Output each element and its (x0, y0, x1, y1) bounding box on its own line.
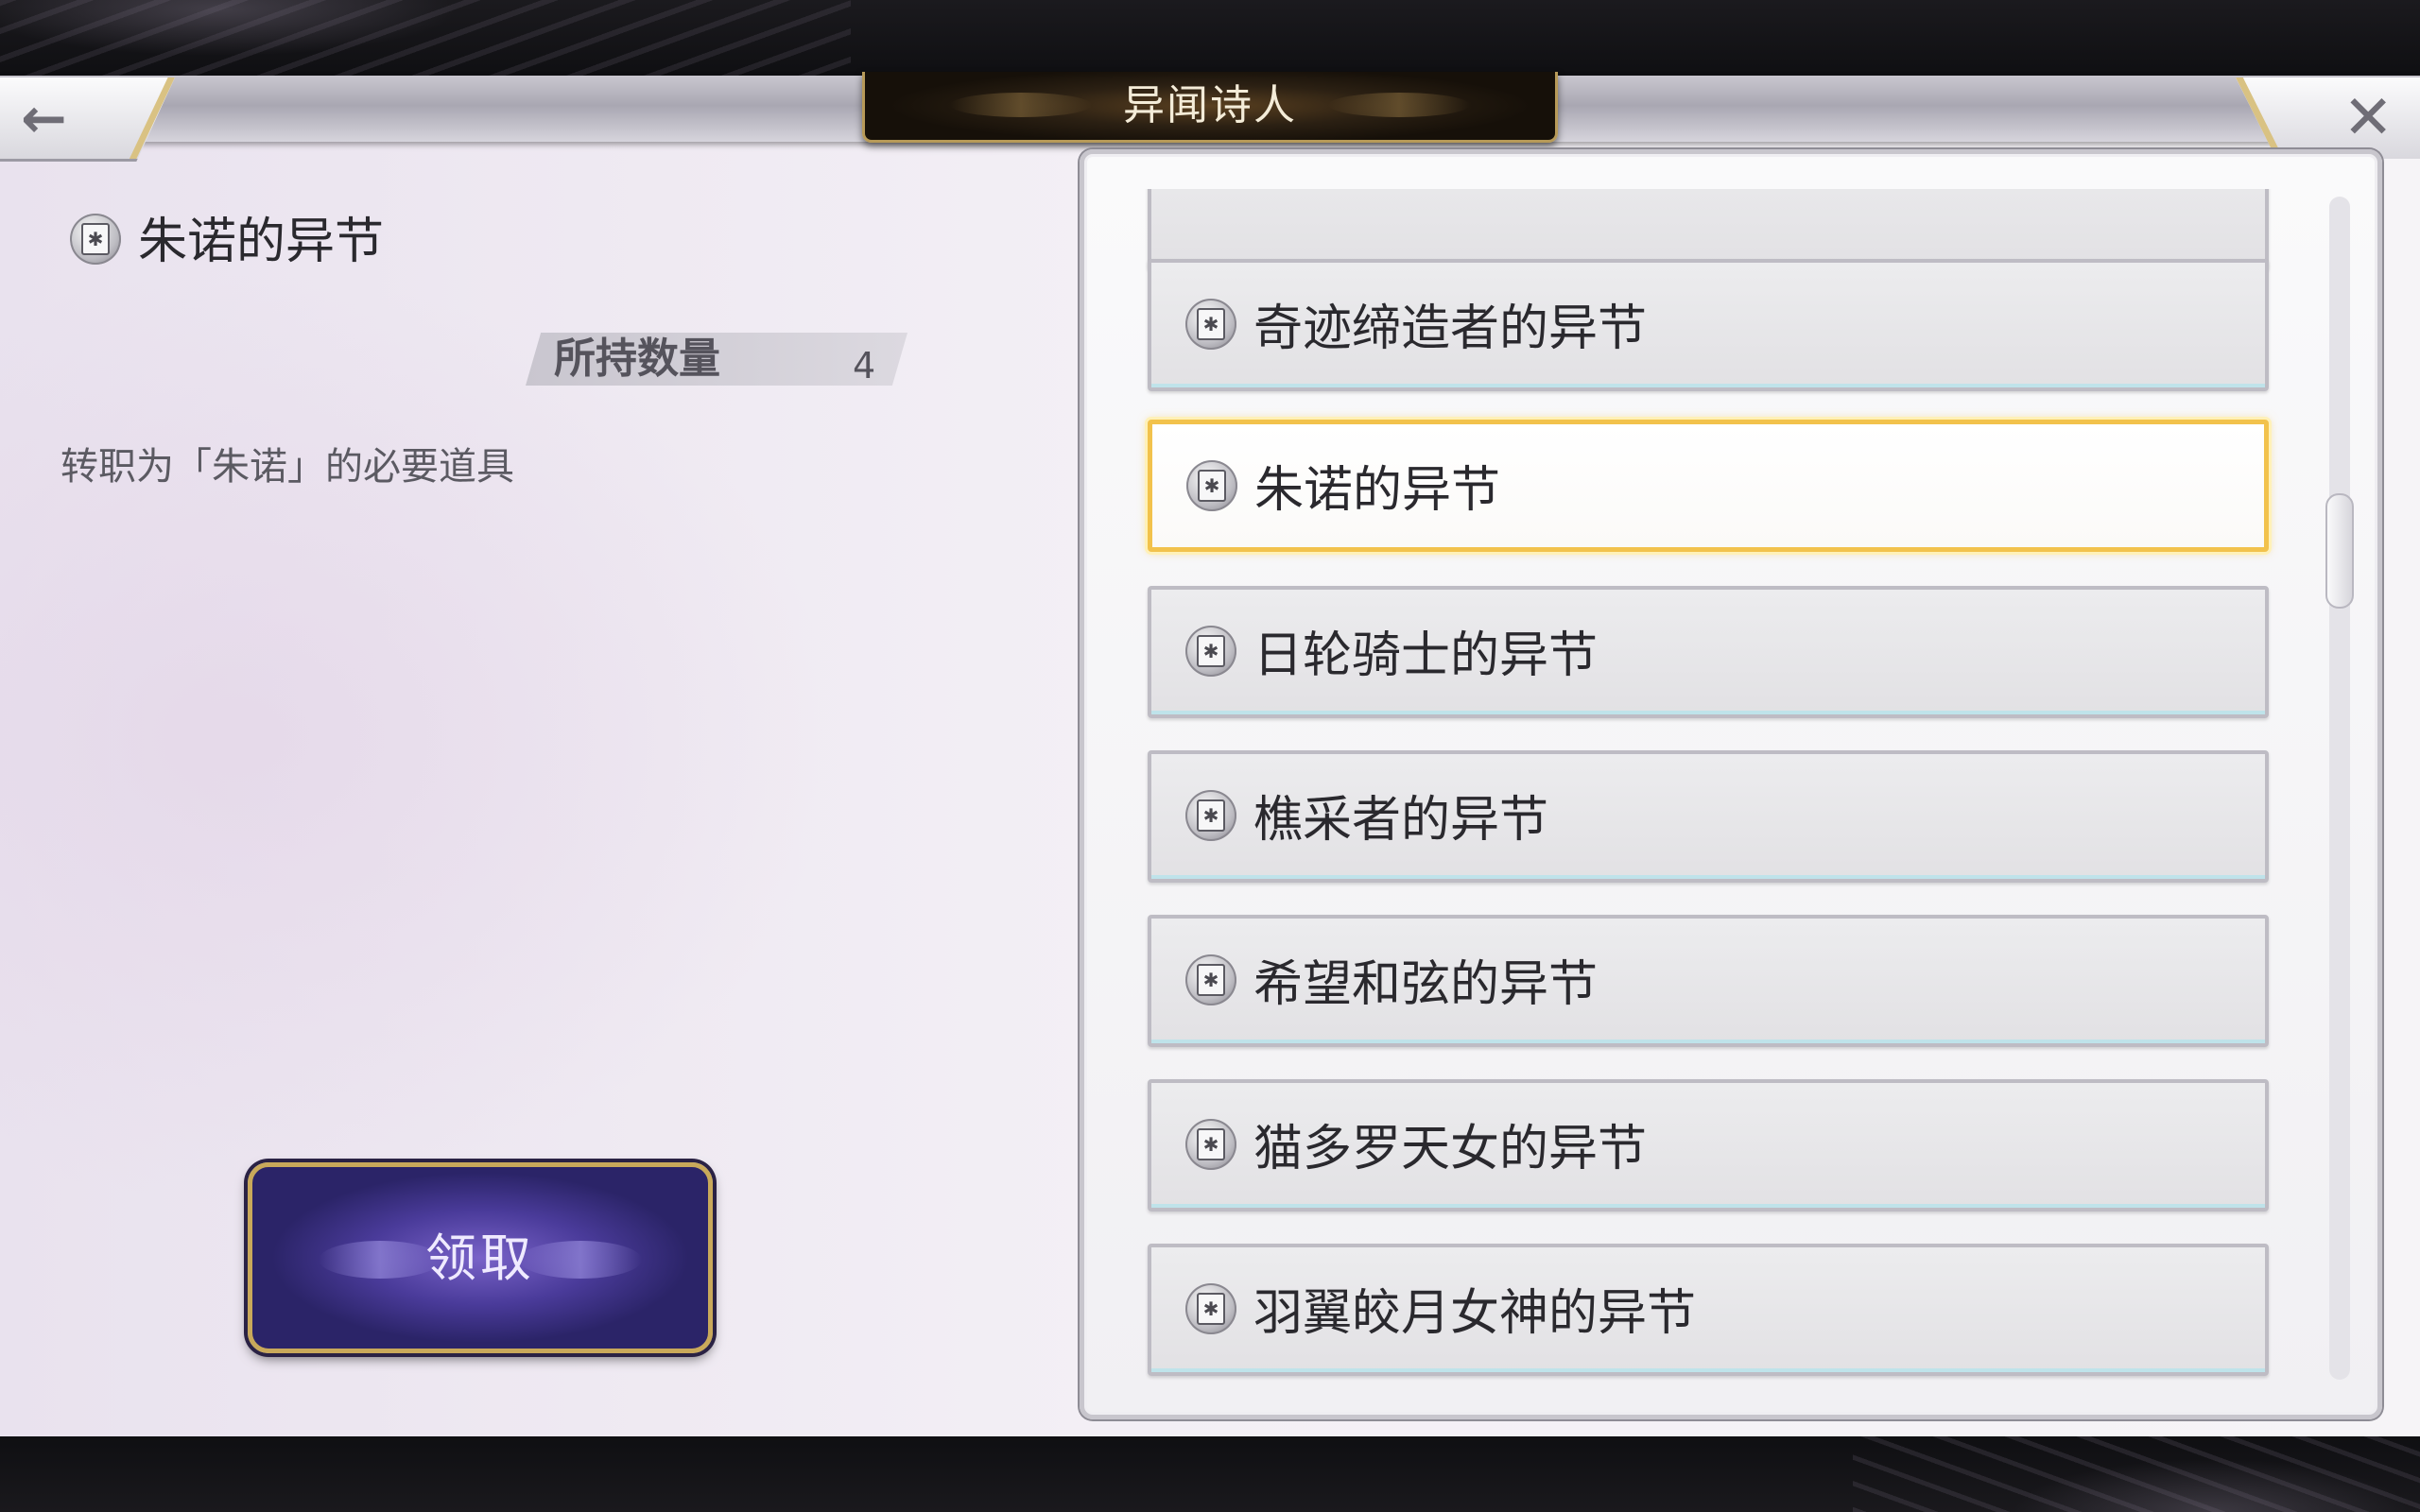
close-icon: ✕ (2342, 83, 2394, 153)
book-icon: ✱ (1185, 954, 1236, 1005)
book-icon: ✱ (1185, 1283, 1236, 1334)
claim-button[interactable]: 领取 (248, 1162, 713, 1353)
list-item-label: 羽翼皎月女神的异节 (1253, 1285, 1697, 1342)
page-title: 异闻诗人 (1123, 81, 1297, 129)
book-icon: ✱ (1185, 626, 1236, 677)
list-item[interactable]: ✱ 樵采者的异节 (1148, 750, 2269, 883)
detail-item-name: 朱诺的异节 (138, 214, 385, 270)
quantity-label: 所持数量 (554, 335, 720, 383)
list-item-label: 朱诺的异节 (1254, 462, 1501, 519)
title-plate: 异闻诗人 (862, 72, 1558, 143)
scrollbar-thumb[interactable] (2325, 493, 2354, 609)
list-item-label: 奇迹缔造者的异节 (1253, 301, 1648, 357)
item-description: 转职为「朱诺」的必要道具 (60, 445, 514, 489)
top-decor-bar (0, 0, 2420, 76)
bottom-decor-bar (0, 1436, 2420, 1512)
list-item-selected[interactable]: ✱ 朱诺的异节 (1148, 420, 2269, 552)
back-arrow-icon: ← (21, 86, 67, 150)
list-item-label: 猫多罗天女的异节 (1253, 1121, 1648, 1177)
book-icon: ✱ (70, 214, 121, 265)
scrollbar-track[interactable] (2329, 197, 2350, 1380)
list-item[interactable]: ✱ 羽翼皎月女神的异节 (1148, 1244, 2269, 1376)
list-item-label: 希望和弦的异节 (1253, 956, 1599, 1013)
quantity-box: 所持数量 4 (526, 333, 908, 386)
quantity-value: 4 (853, 345, 876, 387)
list-item[interactable]: ✱ 希望和弦的异节 (1148, 915, 2269, 1047)
list-item[interactable]: ✱ 猫多罗天女的异节 (1148, 1079, 2269, 1211)
book-icon: ✱ (1186, 460, 1237, 511)
list-item[interactable]: ✱ 日轮骑士的异节 (1148, 586, 2269, 718)
list-item[interactable]: ✱ 奇迹缔造者的异节 (1148, 259, 2269, 391)
list-item-label: 樵采者的异节 (1253, 792, 1549, 849)
claim-button-label: 领取 (425, 1228, 535, 1288)
book-icon: ✱ (1185, 1119, 1236, 1170)
item-list[interactable]: ✱ 奇迹缔造者的异节 ✱ 朱诺的异节 ✱ 日轮骑士的异节 ✱ 樵采者的异节 ✱ … (1097, 189, 2288, 1399)
book-icon: ✱ (1185, 790, 1236, 841)
book-icon: ✱ (1185, 299, 1236, 350)
list-item-label: 日轮骑士的异节 (1253, 627, 1599, 684)
